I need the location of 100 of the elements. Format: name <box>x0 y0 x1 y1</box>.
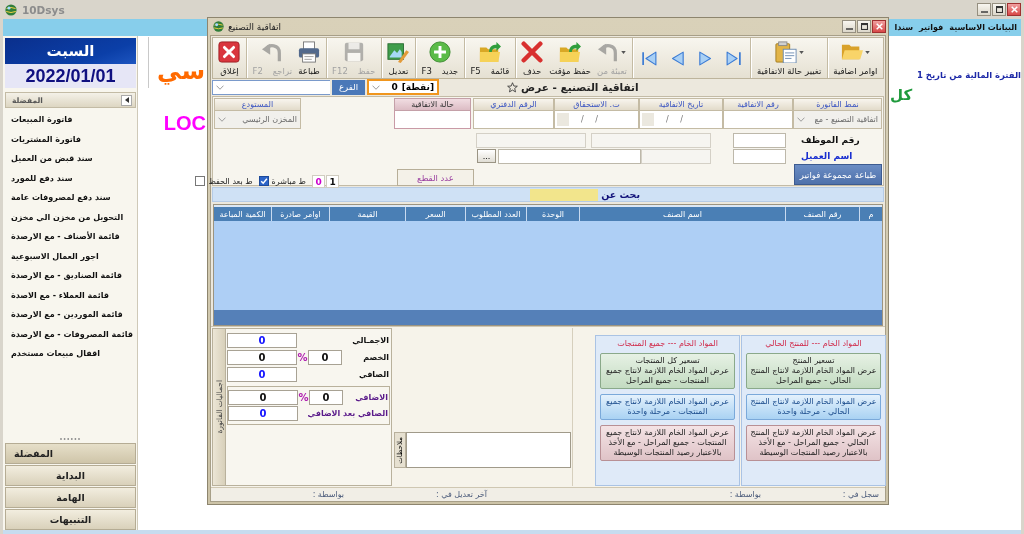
total-label: الخصم <box>362 353 390 362</box>
amount-field[interactable]: 0 <box>227 367 297 382</box>
change-status-button[interactable]: تغيير حالة الاتفاقية <box>753 38 825 78</box>
nav-button[interactable]: التنبيهات <box>5 509 136 530</box>
delete-button[interactable]: حذف <box>518 38 547 78</box>
star-icon[interactable] <box>507 81 518 93</box>
single-stage-button[interactable]: عرض المواد الخام اللازمة لانتاج المنتج الحالي - مرحلة واحدة <box>746 394 881 420</box>
checkbox-label: ط مباشرة <box>271 176 306 186</box>
favorite-item[interactable]: قائمة العملاء - مع الاصدة <box>3 285 137 305</box>
close-button[interactable] <box>872 20 886 33</box>
amount-field[interactable]: 0 <box>228 390 298 405</box>
search-label: بحث عن <box>601 189 640 200</box>
nav-button[interactable]: البداية <box>5 465 136 486</box>
column-header: الكمية المباعة <box>218 208 267 221</box>
nav-button[interactable]: المفضلة <box>5 443 136 464</box>
date-field[interactable]: / / <box>639 111 723 129</box>
checkmark-icon <box>259 177 268 185</box>
favorite-item[interactable]: التحويل من مخزن الي مخزن <box>3 207 137 227</box>
percent-field[interactable]: 0 <box>308 350 342 365</box>
dropdown-field[interactable]: اتفاقية التصنيع - مع <box>793 111 882 129</box>
print-invoices-button[interactable]: طباعة مجموعة فواتير <box>794 164 882 185</box>
minimize-icon <box>980 11 988 13</box>
previous-icon <box>669 49 687 67</box>
amount-field[interactable]: 0 <box>228 406 298 421</box>
total-label: الاجمـالي <box>351 336 390 345</box>
branch-dropdown[interactable] <box>212 79 330 95</box>
maximize-button[interactable] <box>992 3 1006 16</box>
printer-icon <box>298 41 321 63</box>
favorite-item[interactable]: سند دفع للمورد <box>3 168 137 188</box>
checkbox[interactable] <box>258 176 269 186</box>
branch-label: الفرع <box>332 79 365 95</box>
all-stages-button[interactable]: عرض المواد الخام اللازمة لانتاج المنتج الحالي - جميع المراحل - مع الأخذ بالاعتبار رصيد المنتجات الوسيطة <box>746 425 881 461</box>
favorite-item[interactable]: قائمة الصناديق - مع الارصدة <box>3 266 137 286</box>
more-commands-button[interactable]: اوامر اضافية <box>830 38 881 78</box>
pricing-button[interactable]: تسعير كل المنتجات عرض المواد الخام اللازمة لانتاج جميع المنتجات - جميع المراحل <box>600 353 735 389</box>
field-label: المستودع <box>214 98 301 111</box>
audit-label: بواسطة : <box>728 490 761 499</box>
maximize-button[interactable] <box>857 20 871 33</box>
field-label: حالة الاتفاقية <box>394 98 471 111</box>
favorite-item[interactable]: قائمة المصروفات - مع الارصدة <box>3 324 137 344</box>
favorite-item[interactable]: سند قبض من العميل <box>3 149 137 169</box>
text-field[interactable] <box>498 148 641 164</box>
close-button[interactable] <box>1007 3 1021 16</box>
delete-icon <box>521 41 544 63</box>
audit-label: بواسطة : <box>311 490 344 499</box>
close-button[interactable]: إغلاق <box>215 38 244 78</box>
close-icon <box>1010 6 1018 13</box>
browse-button[interactable]: ... <box>477 149 496 163</box>
favorite-item[interactable]: اجور العمال الاسبوعية <box>3 246 137 266</box>
pricing-button[interactable]: تسعير المنتج عرض المواد الخام اللازمة لانتاج المنتج الحالي - جميع المراحل <box>746 353 881 389</box>
text-field[interactable] <box>723 111 793 129</box>
favorite-item[interactable]: قائمة الأصناف - مع الارصدة <box>3 227 137 247</box>
search-field[interactable] <box>530 188 599 201</box>
status-field[interactable] <box>394 111 471 129</box>
checkbox[interactable] <box>195 176 206 186</box>
customer-label: اسم العميل <box>801 151 853 161</box>
folder-arrow-icon <box>478 41 501 63</box>
single-stage-button[interactable]: عرض المواد الخام اللازمة لانتاج جميع المنتجات - مرحلة واحدة <box>600 394 735 420</box>
chevron-down-icon <box>372 84 380 90</box>
total-label: الاضافي <box>354 393 389 402</box>
total-label: الصافي بعد الاضافي <box>306 409 389 418</box>
collapse-button[interactable] <box>121 94 132 106</box>
text-field[interactable] <box>476 132 586 148</box>
plus-icon <box>428 41 451 63</box>
undo-icon <box>261 41 284 63</box>
pieces-count-label: عدد القطع <box>397 169 474 186</box>
text-field[interactable] <box>733 132 786 148</box>
draft-save-button[interactable]: حفظ مؤقت <box>546 38 594 78</box>
amount-field[interactable]: 0 <box>227 333 297 348</box>
app-title: 10Dsys <box>22 3 65 16</box>
amount-field[interactable]: 0 <box>227 350 297 365</box>
favorite-item[interactable]: سند دفع لمصروفات عامة <box>3 188 137 208</box>
text-field[interactable] <box>591 132 711 148</box>
chevron-down-icon <box>216 84 224 90</box>
window-title: اتفاقية التصنيع <box>228 21 281 32</box>
menu-item[interactable]: البيانات الاساسية <box>949 23 1017 32</box>
edit-button[interactable]: تعديل <box>384 38 413 78</box>
edit-icon <box>387 41 410 63</box>
minimize-button[interactable] <box>977 3 991 16</box>
date-field[interactable]: / / <box>554 111 639 129</box>
all-stages-button[interactable]: عرض المواد الخام اللازمة لانتاج جميع المنتجات - جميع المراحل - مع الأخذ بالاعتبار رصيد المنتجات الوسيطة <box>600 425 735 461</box>
favorite-item[interactable]: قائمة الموردين - مع الارصدة <box>3 305 137 325</box>
menu-item[interactable]: سندا <box>894 23 914 32</box>
print-button[interactable]: طباعة <box>295 38 324 78</box>
percent-sign: % <box>297 352 308 363</box>
favorite-item[interactable]: فاتورة المبيعات <box>3 110 137 130</box>
nav-button[interactable]: الهامة <box>5 487 136 508</box>
counter-display: 0 <box>312 175 325 188</box>
text-field[interactable] <box>473 111 554 129</box>
favorite-item[interactable]: اقفال مبيعات مستخدم <box>3 344 137 364</box>
notes-field[interactable] <box>406 432 571 468</box>
text-field[interactable] <box>641 148 711 164</box>
last-icon <box>725 49 743 67</box>
percent-field[interactable]: 0 <box>309 390 343 405</box>
favorite-item[interactable]: فاتورة المشتريات <box>3 129 137 149</box>
warehouse-dropdown[interactable]: المخزن الرئيسي <box>214 111 301 129</box>
minimize-button[interactable] <box>842 20 856 33</box>
text-field[interactable] <box>733 148 786 164</box>
field-label: رقم الاتفاقية <box>723 98 793 111</box>
menu-item[interactable]: فواتير <box>919 23 944 32</box>
